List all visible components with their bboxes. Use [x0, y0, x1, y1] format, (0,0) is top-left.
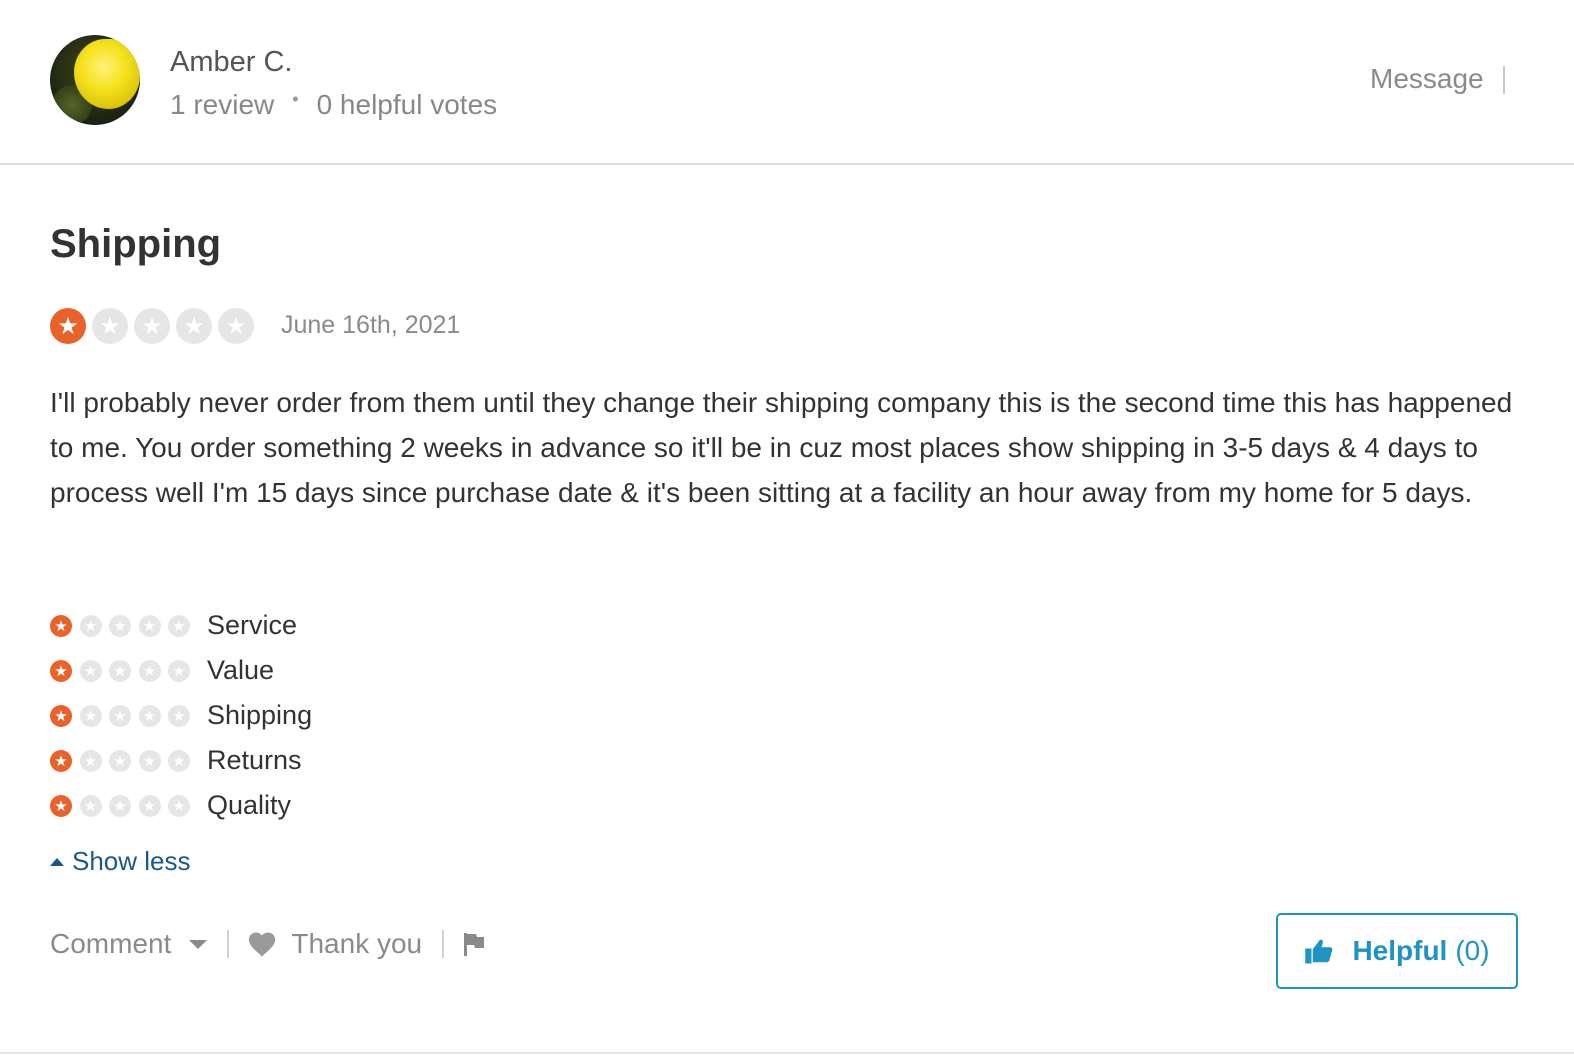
sub-rating-label: Returns [207, 745, 302, 775]
caret-up-icon [50, 857, 64, 866]
star-icon: ★ [138, 614, 161, 637]
star-icon: ★ [218, 308, 254, 344]
review-star-rating: ★ ★ ★ ★ ★ [50, 308, 260, 344]
star-icon: ★ [50, 614, 72, 637]
reviewer-header: Amber C. 1 review • 0 helpful votes Mess… [0, 0, 1574, 165]
star-icon: ★ [176, 308, 212, 344]
star-icon: ★ [92, 308, 128, 344]
reviewer-name[interactable]: Amber C. [170, 46, 292, 79]
star-icon: ★ [50, 704, 72, 727]
comment-button[interactable]: Comment [50, 928, 208, 960]
star-icon: ★ [168, 794, 190, 817]
review-body: I'll probably never order from them unti… [50, 387, 1513, 508]
flag-icon[interactable] [462, 931, 486, 957]
sub-rating-stars: ★ ★ ★ ★ ★ [50, 704, 207, 727]
star-icon: ★ [79, 704, 102, 727]
message-link[interactable]: Message [1370, 63, 1484, 95]
star-icon: ★ [109, 794, 131, 817]
helpful-label: Helpful [1352, 935, 1448, 966]
sub-rating-row: ★ ★ ★ ★ ★ Shipping [50, 693, 312, 738]
thumbs-up-icon [1305, 939, 1333, 964]
star-icon: ★ [168, 749, 190, 772]
caret-down-icon [189, 939, 208, 949]
thank-you-label: Thank you [291, 928, 423, 959]
helpful-button[interactable]: Helpful (0) [1276, 913, 1518, 989]
sub-rating-row: ★ ★ ★ ★ ★ Value [50, 648, 312, 693]
avatar-flower [74, 39, 140, 109]
star-icon: ★ [50, 308, 86, 344]
helpful-count: (0) [1455, 935, 1490, 966]
helpful-votes-count: 0 helpful votes [316, 89, 498, 120]
review-bottom-divider [0, 1052, 1574, 1054]
star-icon: ★ [168, 614, 190, 637]
review-actions: Comment Thank you [50, 928, 486, 960]
star-icon: ★ [79, 749, 102, 772]
star-icon: ★ [138, 659, 161, 682]
meta-separator: • [292, 88, 299, 109]
star-icon: ★ [79, 614, 102, 637]
star-icon: ★ [109, 659, 131, 682]
sub-rating-stars: ★ ★ ★ ★ ★ [50, 794, 207, 817]
star-icon: ★ [138, 794, 161, 817]
sub-rating-row: ★ ★ ★ ★ ★ Service [50, 603, 312, 648]
star-icon: ★ [79, 794, 102, 817]
sub-rating-label: Shipping [207, 700, 313, 730]
star-icon: ★ [109, 614, 131, 637]
sub-rating-label: Value [207, 655, 275, 685]
sub-rating-row: ★ ★ ★ ★ ★ Returns [50, 738, 312, 783]
star-icon: ★ [109, 749, 131, 772]
star-icon: ★ [50, 659, 72, 682]
star-icon: ★ [168, 704, 190, 727]
review-date: June 16th, 2021 [281, 311, 461, 339]
sub-rating-stars: ★ ★ ★ ★ ★ [50, 749, 207, 772]
show-less-label: Show less [72, 846, 191, 876]
heart-icon [249, 932, 276, 957]
reviewer-meta: 1 review • 0 helpful votes [170, 89, 497, 121]
sub-rating-row: ★ ★ ★ ★ ★ Quality [50, 783, 312, 828]
review-title: Shipping [50, 222, 222, 266]
sub-rating-label: Quality [207, 790, 292, 820]
action-divider [227, 930, 230, 958]
star-icon: ★ [50, 794, 72, 817]
review-count: 1 review [170, 89, 275, 120]
star-icon: ★ [138, 704, 161, 727]
sub-rating-label: Service [207, 610, 298, 640]
sub-ratings-list: ★ ★ ★ ★ ★ Service ★ ★ ★ ★ ★ Value ★ ★ ★ ★ ★ Shipping ★ ★ ★ ★ ★… [50, 603, 312, 828]
star-icon: ★ [138, 749, 161, 772]
star-icon: ★ [50, 749, 72, 772]
thank-you-button[interactable]: Thank you [247, 928, 422, 960]
star-icon: ★ [168, 659, 190, 682]
sub-rating-stars: ★ ★ ★ ★ ★ [50, 614, 207, 637]
show-less-link[interactable]: Show less [50, 846, 191, 877]
action-divider [442, 930, 445, 958]
star-icon: ★ [79, 659, 102, 682]
star-icon: ★ [109, 704, 131, 727]
comment-label: Comment [50, 928, 172, 959]
sub-rating-stars: ★ ★ ★ ★ ★ [50, 659, 207, 682]
star-icon: ★ [134, 308, 170, 344]
header-divider [1503, 66, 1505, 94]
avatar[interactable] [50, 35, 140, 125]
